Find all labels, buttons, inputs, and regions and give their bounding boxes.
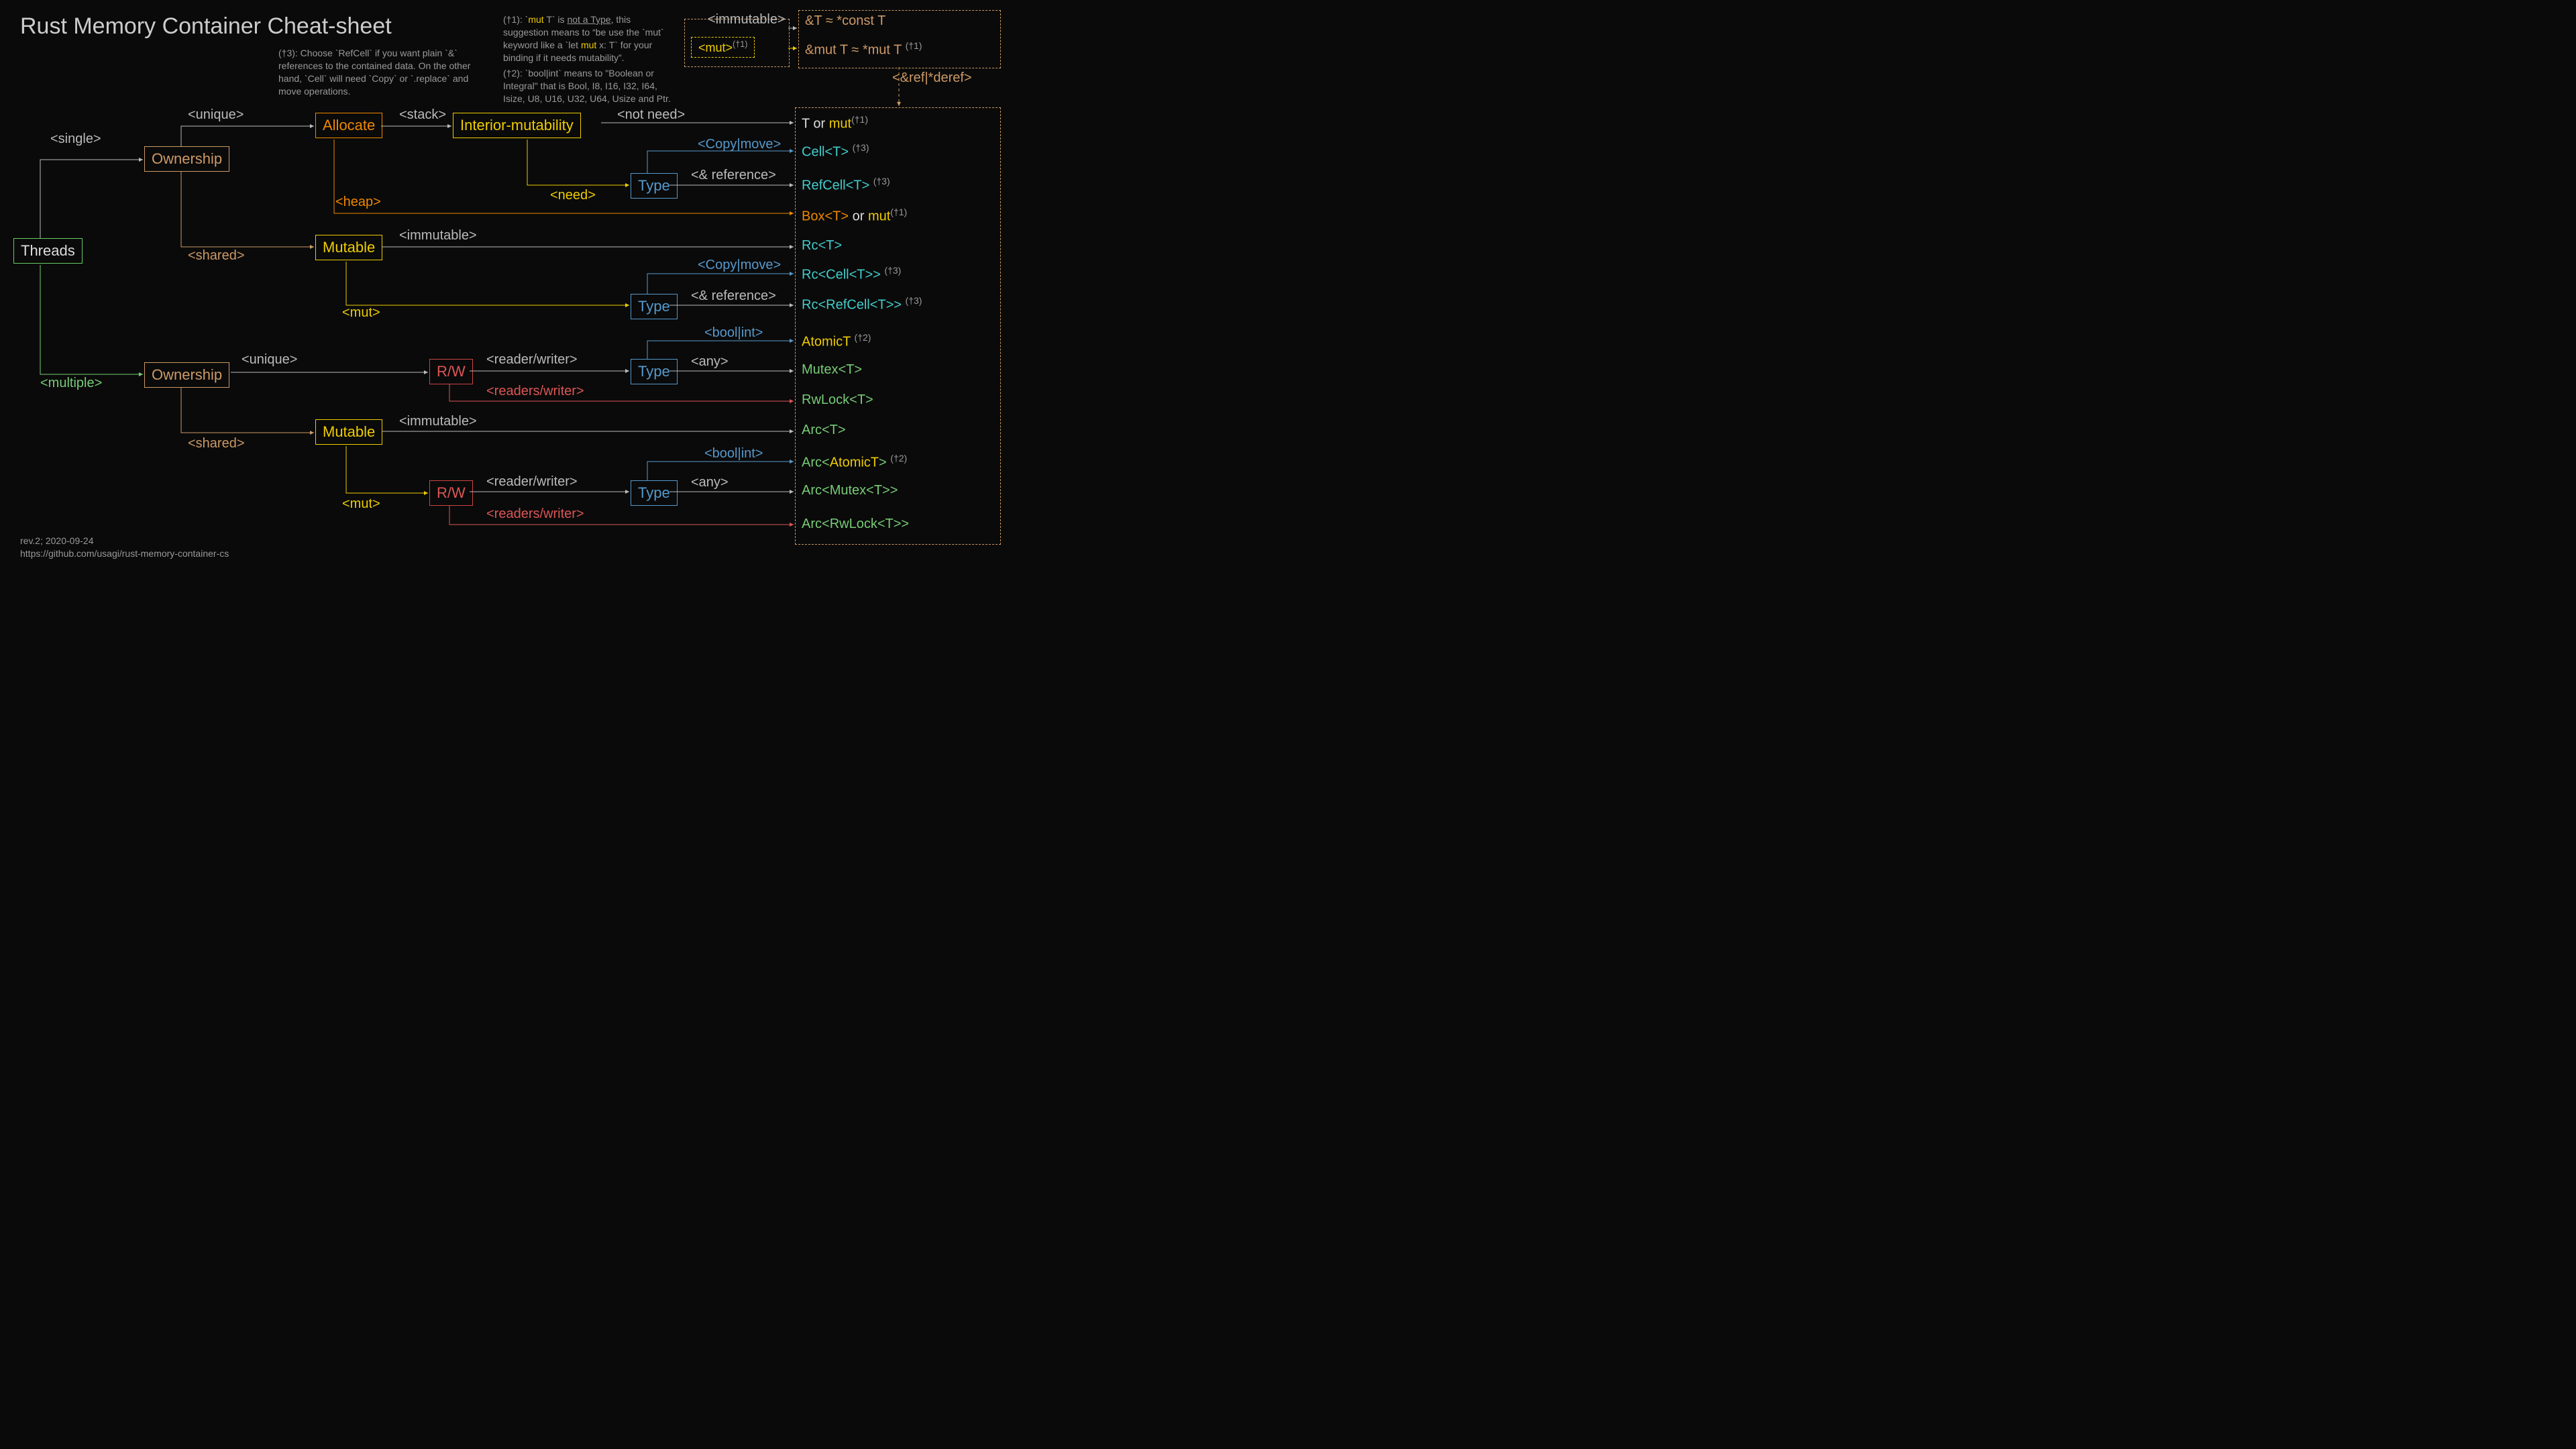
node-ownership-2: Ownership	[144, 362, 229, 388]
result-atomic: AtomicT (†2)	[802, 332, 871, 350]
edge-ref-1: <& reference>	[691, 168, 776, 183]
footnote-3: (†3): Choose `RefCell` if you want plain…	[278, 47, 486, 98]
node-allocate: Allocate	[315, 113, 382, 138]
edge-any-2: <any>	[691, 475, 729, 490]
edge-ref-2: <& reference>	[691, 288, 776, 304]
edge-heap: <heap>	[335, 195, 381, 210]
result-mut-t: &mut T ≈ *mut T (†1)	[805, 40, 922, 58]
node-mutable-2: Mutable	[315, 419, 382, 445]
result-rc-refcell: Rc<RefCell<T>> (†3)	[802, 295, 922, 313]
footnote-2: (†2): `bool|int` means to "Boolean or In…	[503, 67, 671, 105]
node-rw-2: R/W	[429, 480, 473, 506]
edge-copy-2: <Copy|move>	[698, 258, 781, 273]
edge-mut-1: <mut>	[342, 305, 380, 321]
node-rw-1: R/W	[429, 359, 473, 384]
edge-mut-2: <mut>	[342, 496, 380, 512]
credits: rev.2; 2020-09-24 https://github.com/usa…	[20, 535, 229, 561]
edge-bool-2: <bool|int>	[704, 446, 763, 462]
result-mutex: Mutex<T>	[802, 362, 862, 378]
edge-immutable-2: <immutable>	[399, 414, 477, 429]
edge-copy-1: <Copy|move>	[698, 137, 781, 152]
edge-unique-2: <unique>	[241, 352, 297, 368]
edge-immutable-1: <immutable>	[399, 228, 477, 244]
result-rc: Rc<T>	[802, 238, 842, 254]
edge-rw-one-1: <reader/writer>	[486, 352, 578, 368]
node-threads: Threads	[13, 238, 83, 264]
node-ownership-1: Ownership	[144, 146, 229, 172]
node-type-1: Type	[631, 173, 678, 199]
result-refcell: RefCell<T> (†3)	[802, 176, 890, 194]
edge-rw-many-2: <readers/writer>	[486, 506, 584, 522]
mut-box-top: <mut>(†1)	[691, 37, 755, 58]
edge-not-need: <not need>	[617, 107, 685, 123]
result-arc-mutex: Arc<Mutex<T>>	[802, 483, 898, 498]
result-rwlock: RwLock<T>	[802, 392, 873, 408]
node-interior-mutability: Interior-mutability	[453, 113, 581, 138]
edge-rw-many-1: <readers/writer>	[486, 384, 584, 399]
edge-immutable-top: <immutable>	[708, 12, 786, 28]
node-type-2: Type	[631, 294, 678, 319]
footnote-1: (†1): `mut T` is not a Type, this sugges…	[503, 13, 664, 64]
edge-shared-2: <shared>	[188, 436, 245, 451]
page-title: Rust Memory Container Cheat-sheet	[20, 13, 392, 40]
node-mutable-1: Mutable	[315, 235, 382, 260]
result-rc-cell: Rc<Cell<T>> (†3)	[802, 265, 901, 283]
edge-stack: <stack>	[399, 107, 446, 123]
result-t-or-mut: T or mut(†1)	[802, 114, 868, 132]
edge-any-1: <any>	[691, 354, 729, 370]
result-box: Box<T> or mut(†1)	[802, 207, 907, 225]
node-type-4: Type	[631, 480, 678, 506]
result-arc: Arc<T>	[802, 423, 846, 438]
result-cell: Cell<T> (†3)	[802, 142, 869, 160]
edge-shared-1: <shared>	[188, 248, 245, 264]
edge-rw-one-2: <reader/writer>	[486, 474, 578, 490]
edge-single: <single>	[50, 131, 101, 147]
node-type-3: Type	[631, 359, 678, 384]
result-const-t: &T ≈ *const T	[805, 13, 885, 29]
edge-ref-deref: <&ref|*deref>	[892, 70, 972, 86]
edge-need: <need>	[550, 188, 596, 203]
edge-bool-1: <bool|int>	[704, 325, 763, 341]
edge-unique-1: <unique>	[188, 107, 244, 123]
edge-multiple: <multiple>	[40, 376, 102, 391]
result-arc-rwlock: Arc<RwLock<T>>	[802, 517, 909, 532]
results-column	[795, 107, 1001, 545]
result-arc-atomic: Arc<AtomicT> (†2)	[802, 453, 907, 471]
